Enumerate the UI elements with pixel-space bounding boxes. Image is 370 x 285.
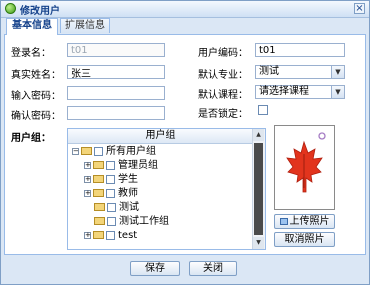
- real-name-field[interactable]: [67, 65, 165, 79]
- user-edit-icon: [5, 3, 16, 14]
- locked-checkbox[interactable]: [258, 105, 268, 115]
- dialog-title: 修改用户: [20, 6, 60, 17]
- login-name-field[interactable]: [67, 43, 165, 57]
- default-major-label: 默认专业：: [198, 70, 248, 81]
- tree-node-test[interactable]: 测试: [94, 202, 139, 214]
- collapse-icon[interactable]: −: [72, 147, 79, 155]
- chevron-down-icon[interactable]: ▼: [331, 86, 344, 98]
- save-button[interactable]: 保存: [130, 261, 180, 276]
- node-checkbox[interactable]: [106, 188, 115, 198]
- node-checkbox[interactable]: [106, 230, 115, 240]
- folder-icon: [93, 189, 104, 197]
- node-label: 管理员组: [118, 160, 158, 171]
- default-course-value: 请选择课程: [259, 86, 309, 97]
- folder-icon: [81, 147, 92, 155]
- real-name-label: 真实姓名：: [11, 70, 61, 81]
- tab-bar: 基本信息 扩展信息: [4, 18, 366, 35]
- scroll-down-icon[interactable]: ▼: [253, 237, 264, 249]
- expand-icon[interactable]: +: [84, 231, 91, 239]
- basic-info-panel: 登录名： 真实姓名： 输入密码： 确认密码： 用户编码： 默认专业： 测试 ▼ …: [4, 35, 366, 255]
- password-label: 输入密码：: [11, 91, 61, 102]
- close-dialog-button[interactable]: 关闭: [189, 261, 237, 276]
- node-label: 教师: [118, 188, 138, 199]
- confirm-password-field[interactable]: [67, 106, 165, 120]
- grid-scrollbar[interactable]: ▲ ▼: [252, 129, 265, 249]
- user-code-field[interactable]: [255, 43, 345, 57]
- node-label: test: [118, 230, 138, 241]
- folder-icon: [93, 231, 104, 239]
- folder-icon: [94, 217, 105, 225]
- node-checkbox[interactable]: [94, 146, 103, 156]
- scroll-thumb[interactable]: [254, 143, 263, 235]
- upload-photo-button[interactable]: 上传照片: [274, 214, 335, 229]
- grid-header: 用户组: [68, 129, 253, 144]
- tree-node-root[interactable]: − 所有用户组: [72, 146, 156, 158]
- upload-icon: [279, 217, 288, 225]
- scroll-up-icon[interactable]: ▲: [253, 129, 264, 141]
- node-checkbox[interactable]: [107, 202, 116, 212]
- user-code-label: 用户编码：: [198, 48, 248, 59]
- tree-node-admins[interactable]: + 管理员组: [84, 160, 158, 172]
- tree-node-test-en[interactable]: + test: [84, 230, 137, 242]
- title-bar[interactable]: 修改用户 ×: [1, 1, 369, 18]
- upload-photo-label: 上传照片: [289, 216, 330, 227]
- node-checkbox[interactable]: [106, 174, 115, 184]
- user-photo: [274, 125, 335, 210]
- expand-icon[interactable]: +: [84, 175, 91, 183]
- expand-icon[interactable]: +: [84, 161, 91, 169]
- edit-user-dialog: 修改用户 × 基本信息 扩展信息 登录名： 真实姓名： 输入密码： 确认密码： …: [0, 0, 370, 285]
- folder-icon: [94, 203, 105, 211]
- chevron-down-icon[interactable]: ▼: [331, 66, 344, 78]
- password-field[interactable]: [67, 86, 165, 100]
- folder-icon: [93, 175, 104, 183]
- default-major-select[interactable]: 测试 ▼: [255, 65, 345, 79]
- default-major-value: 测试: [259, 66, 279, 77]
- node-label: 测试工作组: [119, 216, 169, 227]
- default-course-select[interactable]: 请选择课程 ▼: [255, 85, 345, 99]
- node-label: 所有用户组: [106, 146, 156, 157]
- expand-icon[interactable]: +: [84, 189, 91, 197]
- confirm-password-label: 确认密码：: [11, 111, 61, 122]
- user-group-grid: 用户组 − 所有用户组 + 管理员组 + 学生 + 教师 测试 测试工作组 + test: [67, 128, 266, 250]
- close-button[interactable]: ×: [354, 3, 365, 14]
- node-checkbox[interactable]: [107, 216, 116, 226]
- tab-basic-info[interactable]: 基本信息: [6, 18, 58, 35]
- cancel-photo-button[interactable]: 取消照片: [274, 232, 335, 247]
- dialog-footer: 保存 关闭: [1, 256, 369, 284]
- locked-label: 是否锁定：: [198, 109, 248, 120]
- tree-node-test-workgroup[interactable]: 测试工作组: [94, 216, 169, 228]
- node-checkbox[interactable]: [106, 160, 115, 170]
- folder-icon: [93, 161, 104, 169]
- login-name-label: 登录名：: [11, 48, 51, 59]
- node-label: 测试: [119, 202, 139, 213]
- default-course-label: 默认课程：: [198, 90, 248, 101]
- tree-node-students[interactable]: + 学生: [84, 174, 138, 186]
- maple-leaf-icon: [286, 132, 326, 193]
- tree-node-teachers[interactable]: + 教师: [84, 188, 138, 200]
- tab-extended-info[interactable]: 扩展信息: [60, 18, 110, 33]
- node-label: 学生: [118, 174, 138, 185]
- user-group-label: 用户组：: [11, 133, 51, 144]
